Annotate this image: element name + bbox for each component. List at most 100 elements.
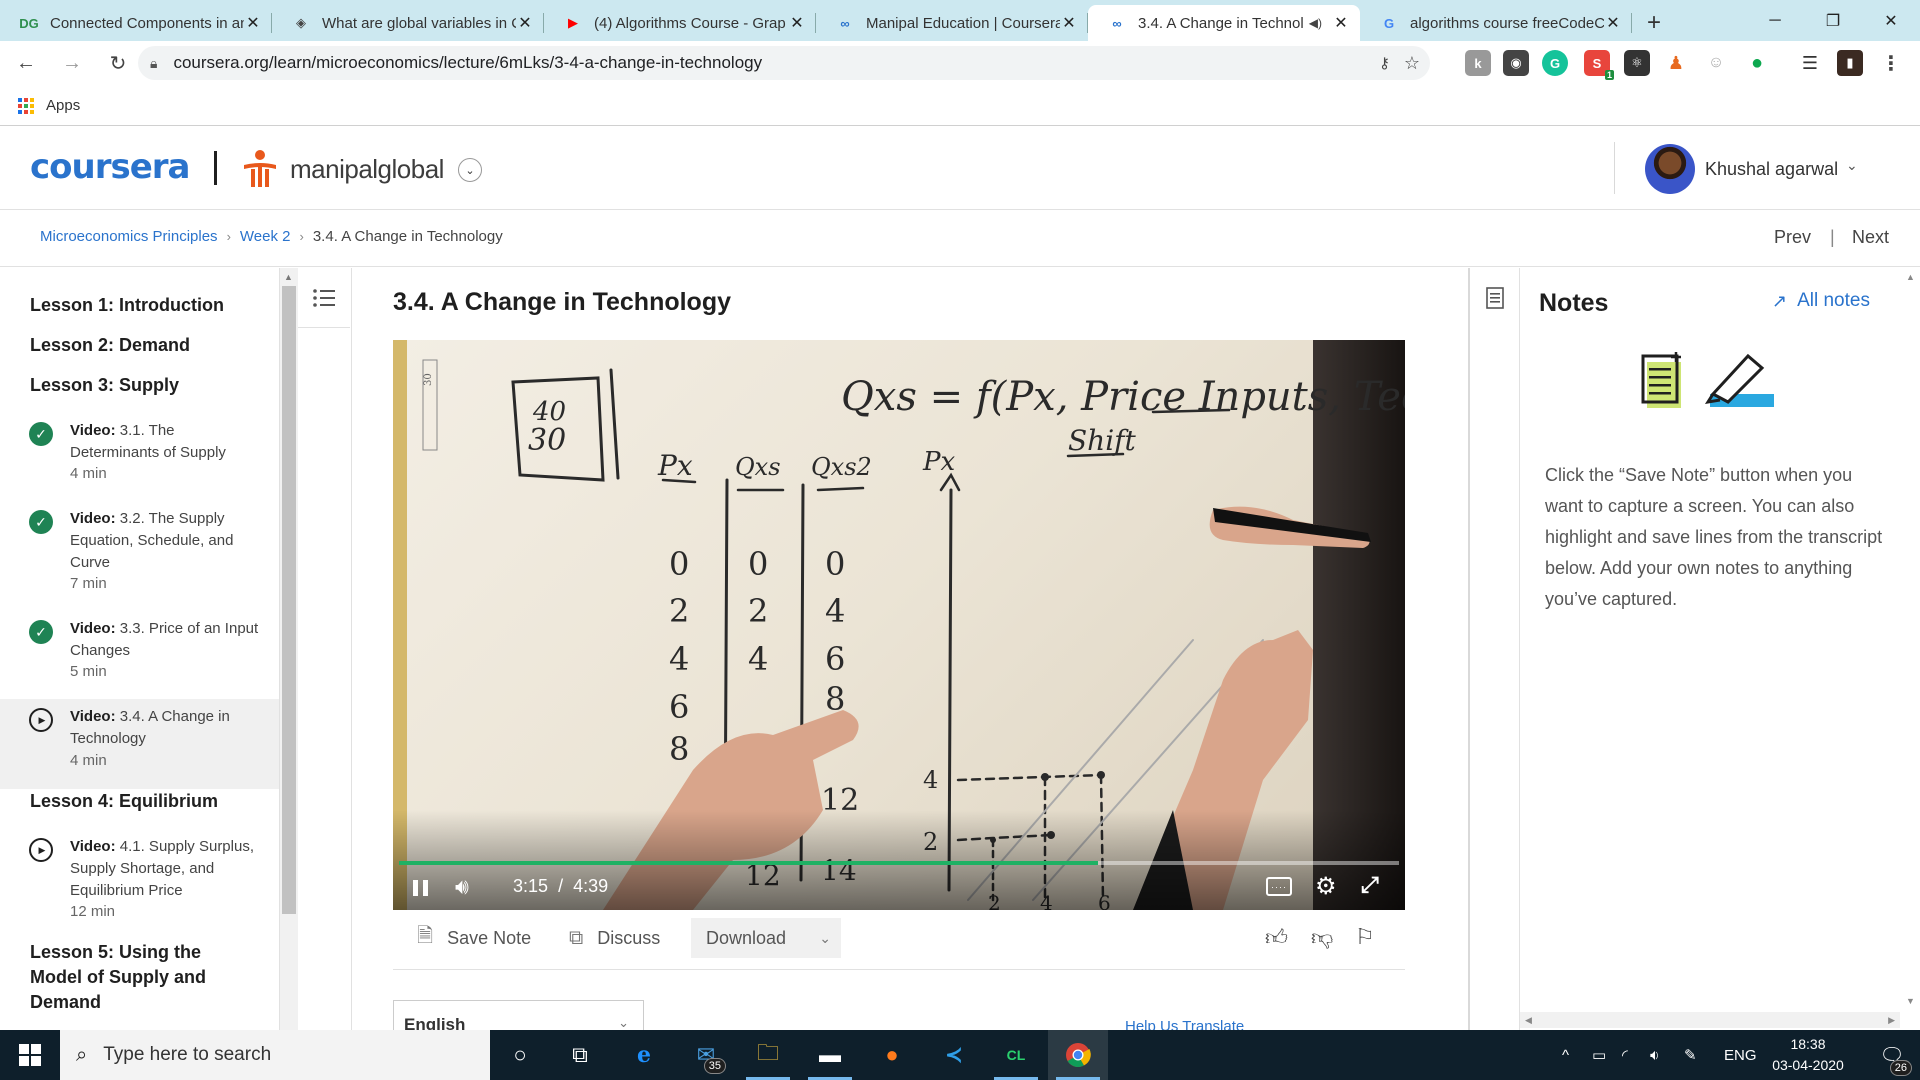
maximize-window-button[interactable]: ❐	[1810, 0, 1856, 41]
extension-s-icon[interactable]: S1	[1584, 50, 1614, 80]
mail-icon[interactable]: ✉ 35	[676, 1030, 736, 1080]
sidebar-item-video-3-4[interactable]: ▶ Video: 3.4. A Change in Technology 4 m…	[0, 699, 279, 789]
sidebar-item-video-3-2[interactable]: ✓ Video: 3.2. The Supply Equation, Sched…	[0, 501, 279, 611]
firefox-icon[interactable]: ●	[862, 1030, 922, 1080]
save-note-button[interactable]: 🗎︎ Save Note	[417, 918, 531, 958]
sidebar-item-video-4-1[interactable]: ▶ Video: 4.1. Supply Surplus, Supply Sho…	[0, 829, 279, 939]
tab-close-icon[interactable]: ✕	[1060, 13, 1078, 33]
sidebar-scrollbar[interactable]: ▲	[280, 268, 298, 1030]
video-progress-bar[interactable]	[399, 861, 1399, 865]
apps-bookmark[interactable]: Apps	[46, 97, 80, 114]
file-explorer-icon[interactable]: 🗀︎	[738, 1030, 798, 1080]
scroll-up-arrow-icon[interactable]: ▲	[1906, 272, 1915, 282]
system-clock[interactable]: 18:38 03-04-2020	[1762, 1034, 1854, 1076]
profile-icon[interactable]: ▮	[1837, 50, 1863, 76]
discuss-button[interactable]: ⧉ Discuss	[569, 918, 660, 958]
coursera-logo[interactable]: coursera	[30, 147, 190, 187]
browser-menu-icon[interactable]: ⋮	[1878, 50, 1904, 76]
extension-shield-icon[interactable]: ◉	[1503, 50, 1529, 76]
volume-icon[interactable]: 🔊︎	[455, 874, 469, 900]
lesson-heading[interactable]: Lesson 2: Demand	[30, 333, 190, 358]
subtitles-icon[interactable]: ····	[1266, 877, 1292, 896]
lesson-heading[interactable]: Lesson 3: Supply	[30, 373, 179, 398]
browser-tab[interactable]: ▶ (4) Algorithms Course - Grap ✕	[544, 5, 816, 41]
new-tab-button[interactable]: +	[1632, 5, 1676, 41]
cortana-icon[interactable]: ○	[490, 1030, 550, 1080]
vscode-icon[interactable]: ≺	[924, 1030, 984, 1080]
partner-dropdown-icon[interactable]: ⌄	[458, 158, 482, 182]
back-button[interactable]: ←	[6, 44, 46, 84]
chrome-icon[interactable]	[1048, 1030, 1108, 1080]
browser-tab[interactable]: ∞ 3.4. A Change in Technol ◀) ✕	[1088, 5, 1360, 41]
outline-toggle-button[interactable]	[298, 268, 350, 328]
notes-toggle-button[interactable]	[1470, 268, 1520, 328]
media-controls-icon[interactable]: ☰	[1797, 50, 1823, 76]
tab-audio-icon[interactable]: ◀)	[1309, 16, 1322, 30]
browser-tab[interactable]: Galgorithms course freeCodeC ✕	[1360, 5, 1632, 41]
browser-tab[interactable]: ◈ What are global variables in C ✕	[272, 5, 544, 41]
lesson-heading[interactable]: Lesson 1: Introduction	[30, 293, 224, 318]
scroll-right-arrow-icon[interactable]: ▶	[1888, 1015, 1895, 1026]
user-name[interactable]: Khushal agarwal	[1705, 159, 1838, 180]
speaker-icon[interactable]: 🔉︎	[1650, 1030, 1659, 1080]
browser-tab[interactable]: DG Connected Components in an ✕	[0, 5, 272, 41]
pen-icon[interactable]: ✎	[1684, 1030, 1697, 1080]
notes-horizontal-scrollbar[interactable]: ◀ ▶	[1520, 1012, 1900, 1028]
lesson-heading[interactable]: Lesson 5: Using the Model of Supply and …	[30, 940, 240, 1015]
battery-icon[interactable]: ▭	[1592, 1030, 1606, 1080]
user-menu-chevron-icon[interactable]: ⌄	[1846, 157, 1858, 174]
sidebar-item-video-3-1[interactable]: ✓ Video: 3.1. The Determinants of Supply…	[0, 413, 279, 501]
tab-close-icon[interactable]: ✕	[516, 13, 534, 33]
taskbar-search[interactable]: ⌕ Type here to search	[60, 1030, 490, 1080]
notes-scrollbar[interactable]: ▲ ▼	[1900, 268, 1920, 1012]
breadcrumb-course[interactable]: Microeconomics Principles	[40, 228, 218, 245]
scroll-down-arrow-icon[interactable]: ▼	[1906, 996, 1915, 1006]
bookmark-star-icon[interactable]: ☆	[1404, 53, 1420, 74]
extension-person-icon[interactable]: ♟	[1663, 50, 1689, 76]
extension-atom-icon[interactable]: ⚛	[1624, 50, 1650, 76]
fullscreen-icon[interactable]: ⤢	[1361, 872, 1379, 898]
address-bar[interactable]: 🔒︎ coursera.org/learn/microeconomics/lec…	[138, 46, 1430, 80]
scroll-left-arrow-icon[interactable]: ◀	[1525, 1015, 1532, 1026]
lesson-heading[interactable]: Lesson 4: Equilibrium	[30, 789, 218, 814]
show-hidden-icons-icon[interactable]: ^	[1562, 1030, 1569, 1080]
avatar[interactable]	[1645, 144, 1695, 194]
video-player[interactable]: Qxs = f(Px, Price Inputs, Technology) 4 0…	[393, 340, 1405, 910]
thumbs-up-icon[interactable]: 👍︎	[1265, 924, 1288, 951]
tab-close-icon[interactable]: ✕	[1332, 13, 1350, 33]
clion-icon[interactable]: CL	[986, 1030, 1046, 1080]
all-notes-link[interactable]: ↗ All notes	[1772, 290, 1870, 312]
extension-green-dot-icon[interactable]: ●	[1744, 50, 1770, 76]
next-button[interactable]: Next	[1852, 227, 1889, 248]
apps-grid-icon[interactable]	[18, 97, 34, 114]
tab-close-icon[interactable]: ✕	[1604, 13, 1622, 33]
grammarly-icon[interactable]: G	[1542, 50, 1568, 76]
start-button[interactable]	[0, 1030, 60, 1080]
terminal-icon[interactable]: ▬	[800, 1030, 860, 1080]
prev-button[interactable]: Prev	[1774, 227, 1811, 248]
input-language[interactable]: ENG	[1724, 1030, 1757, 1080]
pause-button[interactable]	[411, 878, 431, 898]
tab-close-icon[interactable]: ✕	[244, 13, 262, 33]
extension-k-icon[interactable]: k	[1465, 50, 1491, 76]
partner-name[interactable]: manipalglobal	[290, 154, 444, 185]
thumbs-down-icon[interactable]: 👎︎	[1311, 924, 1333, 951]
close-window-button[interactable]: ✕	[1868, 0, 1914, 41]
scroll-up-arrow-icon[interactable]: ▲	[284, 272, 293, 282]
key-icon[interactable]: ⚷	[1379, 54, 1390, 72]
flag-icon[interactable]: ⚐	[1355, 924, 1375, 950]
wifi-icon[interactable]: ◜	[1622, 1030, 1628, 1080]
forward-button[interactable]: →	[52, 44, 92, 84]
reload-button[interactable]: ↻	[98, 44, 138, 84]
download-dropdown[interactable]: Download ⌄	[691, 918, 841, 958]
task-view-icon[interactable]: ⧉	[550, 1030, 610, 1080]
settings-gear-icon[interactable]: ⚙	[1315, 872, 1337, 901]
extension-face-icon[interactable]: ☺	[1703, 50, 1729, 76]
browser-tab[interactable]: ∞ Manipal Education | Coursera ✕	[816, 5, 1088, 41]
action-center-button[interactable]: 🗨︎ 26	[1864, 1030, 1920, 1080]
breadcrumb-week[interactable]: Week 2	[240, 228, 291, 245]
sidebar-scroll-thumb[interactable]	[282, 286, 296, 914]
minimize-window-button[interactable]: ─	[1752, 0, 1798, 41]
tab-close-icon[interactable]: ✕	[788, 13, 806, 33]
edge-browser-icon[interactable]: e	[614, 1030, 674, 1080]
